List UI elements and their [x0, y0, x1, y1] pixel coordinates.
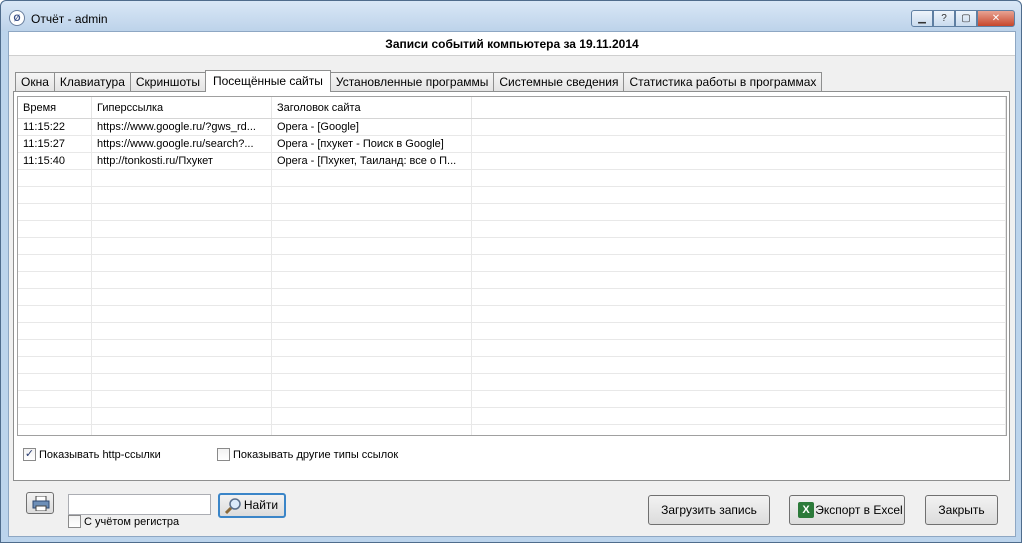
empty-row	[18, 340, 1006, 357]
minimize-icon[interactable]: ▁	[911, 10, 933, 27]
column-header-link[interactable]: Гиперссылка	[92, 97, 272, 118]
empty-row	[18, 187, 1006, 204]
cell-time: 11:15:27	[18, 136, 92, 152]
empty-row	[18, 289, 1006, 306]
find-button[interactable]: Найти	[218, 493, 286, 518]
table-row[interactable]: 11:15:40 http://tonkosti.ru/Пхукет Opera…	[18, 153, 1006, 170]
page-title: Записи событий компьютера за 19.11.2014	[9, 32, 1015, 56]
column-header-empty	[472, 97, 1006, 118]
table-row[interactable]: 11:15:27 https://www.google.ru/search?..…	[18, 136, 1006, 153]
window-title: Отчёт - admin	[31, 12, 108, 26]
empty-rows	[18, 170, 1006, 435]
empty-row	[18, 391, 1006, 408]
empty-row	[18, 272, 1006, 289]
tab-visited-sites[interactable]: Посещённые сайты	[204, 70, 331, 92]
report-window: Ø Отчёт - admin ▁ ? ▢ ✕ Записи событий к…	[0, 0, 1022, 543]
table-row[interactable]: 11:15:22 https://www.google.ru/?gws_rd..…	[18, 119, 1006, 136]
column-header-title[interactable]: Заголовок сайта	[272, 97, 472, 118]
show-other-checkbox[interactable]	[217, 448, 230, 461]
close-window-icon[interactable]: ✕	[977, 10, 1015, 27]
tab-system-info[interactable]: Системные сведения	[493, 72, 625, 92]
empty-row	[18, 238, 1006, 255]
export-excel-label: Экспорт в Excel	[815, 503, 903, 517]
printer-icon	[32, 496, 50, 511]
show-http-label: Показывать http-ссылки	[39, 448, 161, 461]
search-input[interactable]	[68, 494, 211, 515]
empty-row	[18, 425, 1006, 435]
cell-title: Opera - [Пхукет, Таиланд: все о П...	[272, 153, 472, 169]
tab-program-stats[interactable]: Статистика работы в программах	[623, 72, 823, 92]
help-icon[interactable]: ?	[933, 10, 955, 27]
find-button-label: Найти	[243, 498, 279, 512]
show-http-checkbox[interactable]: ✓	[23, 448, 36, 461]
print-button[interactable]	[26, 492, 54, 514]
tab-screenshots[interactable]: Скриншоты	[129, 72, 206, 92]
tab-keyboard[interactable]: Клавиатура	[53, 72, 131, 92]
maximize-icon[interactable]: ▢	[955, 10, 977, 27]
show-http-option[interactable]: ✓ Показывать http-ссылки	[23, 448, 161, 461]
case-sensitive-label: С учётом регистра	[84, 515, 180, 528]
empty-row	[18, 323, 1006, 340]
cell-link: https://www.google.ru/search?...	[92, 136, 272, 152]
show-other-option[interactable]: Показывать другие типы ссылок	[217, 448, 398, 461]
cell-link: http://tonkosti.ru/Пхукет	[92, 153, 272, 169]
tab-strip: Окна Клавиатура Скриншоты Посещённые сай…	[15, 70, 823, 92]
cell-link: https://www.google.ru/?gws_rd...	[92, 119, 272, 135]
export-excel-button[interactable]: X Экспорт в Excel	[789, 495, 905, 525]
magnifier-icon	[224, 498, 241, 515]
cell-title: Opera - [пхукет - Поиск в Google]	[272, 136, 472, 152]
cell-title: Opera - [Google]	[272, 119, 472, 135]
empty-row	[18, 306, 1006, 323]
window-controls: ▁ ? ▢ ✕	[911, 10, 1015, 27]
excel-icon: X	[798, 502, 814, 518]
column-header-time[interactable]: Время	[18, 97, 92, 118]
case-sensitive-option[interactable]: С учётом регистра	[68, 515, 179, 528]
app-icon: Ø	[9, 10, 25, 26]
empty-row	[18, 374, 1006, 391]
cell-time: 11:15:22	[18, 119, 92, 135]
empty-row	[18, 170, 1006, 187]
case-sensitive-checkbox[interactable]	[68, 515, 81, 528]
cell-time: 11:15:40	[18, 153, 92, 169]
client-area: Записи событий компьютера за 19.11.2014 …	[8, 31, 1016, 537]
table-header: Время Гиперссылка Заголовок сайта	[18, 97, 1006, 119]
empty-row	[18, 255, 1006, 272]
show-other-label: Показывать другие типы ссылок	[233, 448, 399, 461]
tab-installed-programs[interactable]: Установленные программы	[329, 72, 495, 92]
sites-table: Время Гиперссылка Заголовок сайта 11:15:…	[17, 96, 1007, 436]
load-record-button[interactable]: Загрузить запись	[648, 495, 770, 525]
close-button[interactable]: Закрыть	[925, 495, 998, 525]
title-bar[interactable]: Ø Отчёт - admin ▁ ? ▢ ✕	[1, 1, 1021, 31]
tab-panel: Время Гиперссылка Заголовок сайта 11:15:…	[13, 91, 1010, 481]
tab-windows[interactable]: Окна	[15, 72, 55, 92]
empty-row	[18, 357, 1006, 374]
empty-row	[18, 221, 1006, 238]
empty-row	[18, 204, 1006, 221]
empty-row	[18, 408, 1006, 425]
